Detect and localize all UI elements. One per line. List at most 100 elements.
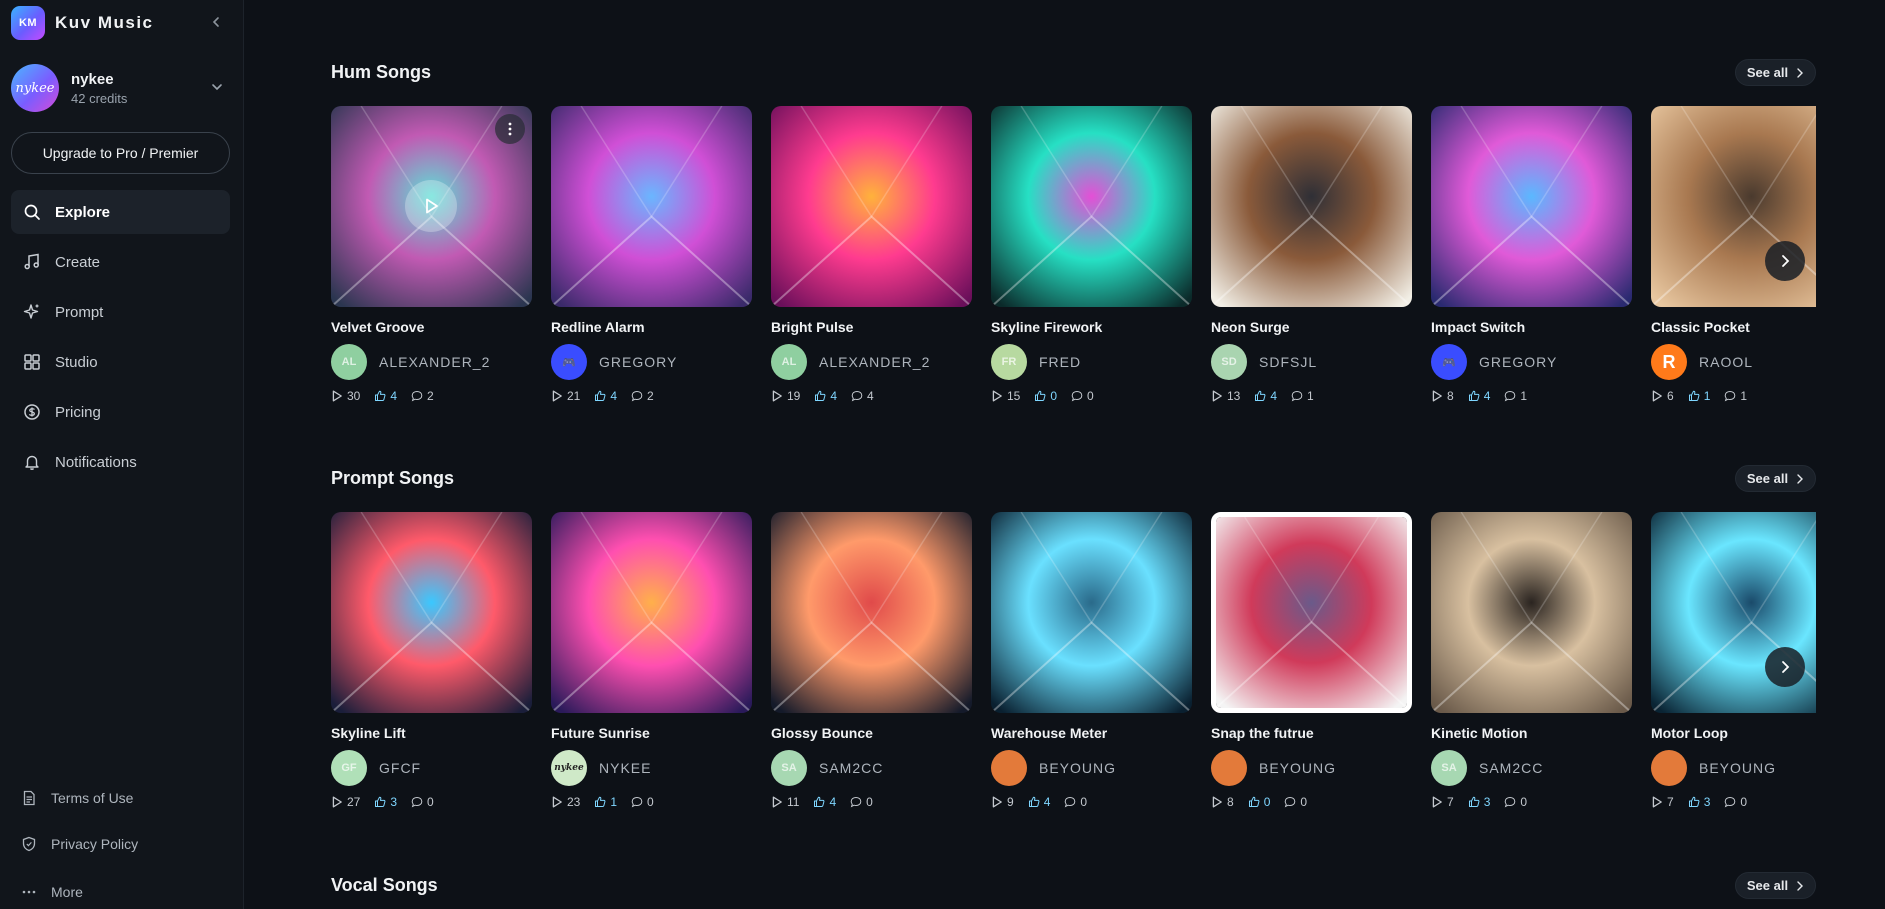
song-artwork[interactable] xyxy=(1211,512,1412,713)
comment-icon[interactable] xyxy=(1071,390,1083,402)
like-icon[interactable] xyxy=(374,390,386,402)
song-title[interactable]: Skyline Firework xyxy=(991,319,1192,335)
song-artwork[interactable] xyxy=(331,106,532,307)
like-icon[interactable] xyxy=(813,796,825,808)
song-author[interactable]: BEYOUNG xyxy=(991,750,1192,786)
like-icon[interactable] xyxy=(1034,390,1046,402)
like-icon[interactable] xyxy=(814,390,826,402)
comment-icon[interactable] xyxy=(411,390,423,402)
nav-item-pricing[interactable]: Pricing xyxy=(11,390,230,434)
song-card[interactable]: Glossy Bounce SA SAM2CC 11 4 0 xyxy=(771,512,972,809)
upgrade-button[interactable]: Upgrade to Pro / Premier xyxy=(11,132,230,174)
song-author[interactable]: SD SDFSJL xyxy=(1211,344,1412,380)
song-author[interactable]: BEYOUNG xyxy=(1651,750,1816,786)
comment-icon[interactable] xyxy=(1284,796,1296,808)
song-author[interactable]: FR FRED xyxy=(991,344,1192,380)
like-icon[interactable] xyxy=(1028,796,1040,808)
comment-icon[interactable] xyxy=(631,796,643,808)
privacy-link[interactable]: Privacy Policy xyxy=(11,831,230,857)
comment-icon[interactable] xyxy=(1064,796,1076,808)
song-card[interactable]: Kinetic Motion SA SAM2CC 7 3 0 xyxy=(1431,512,1632,809)
comment-icon[interactable] xyxy=(1724,390,1736,402)
song-card[interactable]: Bright Pulse AL ALEXANDER_2 19 4 4 xyxy=(771,106,972,403)
song-author[interactable]: AL ALEXANDER_2 xyxy=(771,344,972,380)
song-title[interactable]: Future Sunrise xyxy=(551,725,752,741)
song-card[interactable]: Skyline Lift GF GFCF 27 3 0 xyxy=(331,512,532,809)
comment-icon[interactable] xyxy=(631,390,643,402)
see-all-button[interactable]: See all xyxy=(1735,59,1816,86)
nav-item-studio[interactable]: Studio xyxy=(11,340,230,384)
song-title[interactable]: Motor Loop xyxy=(1651,725,1816,741)
song-artwork[interactable] xyxy=(771,512,972,713)
like-icon[interactable] xyxy=(594,390,606,402)
song-title[interactable]: Glossy Bounce xyxy=(771,725,972,741)
like-icon[interactable] xyxy=(594,796,606,808)
song-author[interactable]: nykee NYKEE xyxy=(551,750,752,786)
comment-icon[interactable] xyxy=(850,796,862,808)
like-icon[interactable] xyxy=(1688,796,1700,808)
brand[interactable]: KM Kuv Music xyxy=(11,6,154,40)
song-title[interactable]: Redline Alarm xyxy=(551,319,752,335)
comment-icon[interactable] xyxy=(1724,796,1736,808)
song-title[interactable]: Bright Pulse xyxy=(771,319,972,335)
song-card[interactable]: Future Sunrise nykee NYKEE 23 1 0 xyxy=(551,512,752,809)
song-artwork[interactable] xyxy=(551,512,752,713)
nav-item-prompt[interactable]: Prompt xyxy=(11,290,230,334)
like-icon[interactable] xyxy=(1248,796,1260,808)
like-icon[interactable] xyxy=(1688,390,1700,402)
song-artwork[interactable] xyxy=(1211,106,1412,307)
song-author[interactable]: SA SAM2CC xyxy=(771,750,972,786)
song-title[interactable]: Neon Surge xyxy=(1211,319,1412,335)
nav-item-create[interactable]: Create xyxy=(11,240,230,284)
song-title[interactable]: Kinetic Motion xyxy=(1431,725,1632,741)
song-title[interactable]: Impact Switch xyxy=(1431,319,1632,335)
play-button[interactable] xyxy=(405,180,457,232)
like-icon[interactable] xyxy=(374,796,386,808)
carousel-next-button[interactable] xyxy=(1765,241,1805,281)
like-icon[interactable] xyxy=(1468,390,1480,402)
song-author[interactable]: 🎮 GREGORY xyxy=(1431,344,1632,380)
carousel-next-button[interactable] xyxy=(1765,647,1805,687)
terms-link[interactable]: Terms of Use xyxy=(11,785,230,811)
like-icon[interactable] xyxy=(1468,796,1480,808)
song-card[interactable]: Neon Surge SD SDFSJL 13 4 1 xyxy=(1211,106,1412,403)
song-card[interactable]: Skyline Firework FR FRED 15 0 0 xyxy=(991,106,1192,403)
more-menu[interactable]: More xyxy=(11,879,230,905)
song-card[interactable]: Snap the futrue BEYOUNG 8 0 0 xyxy=(1211,512,1412,809)
song-artwork[interactable] xyxy=(331,512,532,713)
song-artwork[interactable] xyxy=(991,106,1192,307)
comment-icon[interactable] xyxy=(1291,390,1303,402)
nav-item-notifications[interactable]: Notifications xyxy=(11,440,230,484)
song-card[interactable]: Velvet Groove AL ALEXANDER_2 30 4 2 xyxy=(331,106,532,403)
song-artwork[interactable] xyxy=(771,106,972,307)
card-more-button[interactable] xyxy=(495,114,525,144)
see-all-button[interactable]: See all xyxy=(1735,872,1816,899)
song-author[interactable]: GF GFCF xyxy=(331,750,532,786)
comment-icon[interactable] xyxy=(1504,390,1516,402)
user-menu[interactable]: nykee nykee 42 credits xyxy=(11,64,231,112)
song-artwork[interactable] xyxy=(1431,106,1632,307)
comment-icon[interactable] xyxy=(411,796,423,808)
song-author[interactable]: BEYOUNG xyxy=(1211,750,1412,786)
song-title[interactable]: Snap the futrue xyxy=(1211,725,1412,741)
song-author[interactable]: 🎮 GREGORY xyxy=(551,344,752,380)
see-all-button[interactable]: See all xyxy=(1735,465,1816,492)
song-title[interactable]: Classic Pocket xyxy=(1651,319,1816,335)
song-author[interactable]: AL ALEXANDER_2 xyxy=(331,344,532,380)
song-title[interactable]: Skyline Lift xyxy=(331,725,532,741)
song-artwork[interactable] xyxy=(1431,512,1632,713)
song-author[interactable]: SA SAM2CC xyxy=(1431,750,1632,786)
song-card[interactable]: Warehouse Meter BEYOUNG 9 4 0 xyxy=(991,512,1192,809)
song-title[interactable]: Velvet Groove xyxy=(331,319,532,335)
song-card[interactable]: Impact Switch 🎮 GREGORY 8 4 1 xyxy=(1431,106,1632,403)
comment-icon[interactable] xyxy=(1504,796,1516,808)
song-author[interactable]: R RAOOL xyxy=(1651,344,1816,380)
like-icon[interactable] xyxy=(1254,390,1266,402)
song-card[interactable]: Redline Alarm 🎮 GREGORY 21 4 2 xyxy=(551,106,752,403)
song-artwork[interactable] xyxy=(991,512,1192,713)
collapse-sidebar-icon[interactable] xyxy=(206,12,226,32)
song-artwork[interactable] xyxy=(551,106,752,307)
comment-icon[interactable] xyxy=(851,390,863,402)
nav-item-explore[interactable]: Explore xyxy=(11,190,230,234)
song-title[interactable]: Warehouse Meter xyxy=(991,725,1192,741)
